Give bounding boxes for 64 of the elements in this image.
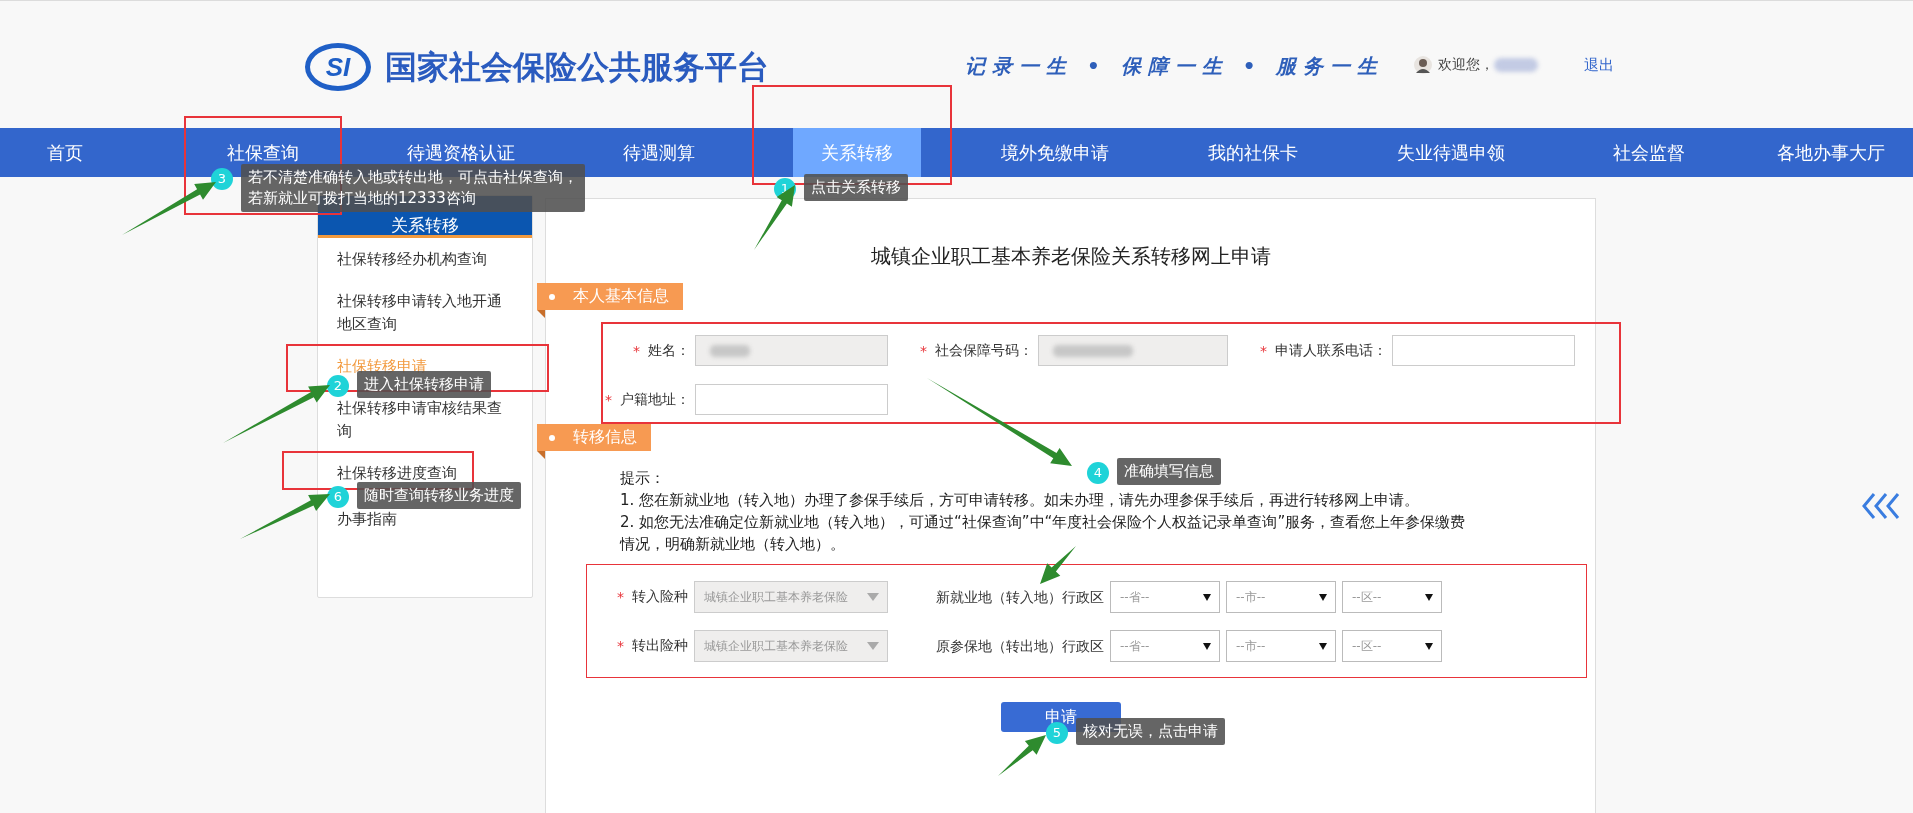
dropdown[interactable]: --区-- <box>1342 630 1442 662</box>
input-field[interactable] <box>695 384 888 415</box>
caret-icon <box>1203 642 1211 650</box>
caret-icon <box>867 642 879 650</box>
required-mark: * <box>633 342 640 359</box>
input-field[interactable] <box>1392 335 1575 366</box>
slogan: 记录一生 • 保障一生 • 服务一生 <box>965 53 1385 80</box>
avatar-icon <box>1414 56 1433 74</box>
nav-tab[interactable]: 社会监督 <box>1585 128 1713 177</box>
caret-icon <box>1319 642 1327 650</box>
dropdown: 城镇企业职工基本养老保险 <box>694 581 888 613</box>
dropdown[interactable]: --省-- <box>1110 630 1220 662</box>
field-label: 原参保地（转出地）行政区 <box>935 637 1104 656</box>
field-label: 转出险种 <box>632 637 688 655</box>
required-mark: * <box>605 391 612 408</box>
nav-tab[interactable]: 首页 <box>19 128 111 177</box>
nav-tab[interactable]: 我的社保卡 <box>1180 128 1326 177</box>
dropdown: 城镇企业职工基本养老保险 <box>694 630 888 662</box>
caret-icon <box>1203 593 1211 601</box>
site-title: 国家社会保险公共服务平台 <box>385 47 769 88</box>
redacted-name <box>1494 58 1539 72</box>
dropdown[interactable]: --市-- <box>1226 630 1336 662</box>
nav-tab[interactable]: 境外免缴申请 <box>973 128 1137 177</box>
callout-text: 进入社保转移申请 <box>364 374 484 395</box>
logo-icon: SI <box>305 43 371 91</box>
field-label: 社会保障号码： <box>935 341 1033 360</box>
required-mark: * <box>920 342 927 359</box>
field-label: 新就业地（转入地）行政区 <box>935 588 1104 607</box>
sidebar-item[interactable]: 社保转移申请转入地开通地区查询 <box>318 280 532 345</box>
tip-text: 1. 您在新就业地（转入地）办理了参保手续后，方可申请转移。如未办理，请先办理参保手续后，再进行转移网上申请。 <box>620 490 1420 511</box>
required-mark: * <box>617 589 624 605</box>
pointer-arrow <box>1040 546 1076 584</box>
form-title: 城镇企业职工基本养老保险关系转移网上申请 <box>870 243 1271 270</box>
caret-icon <box>867 593 879 601</box>
field-label: 户籍地址： <box>620 390 690 409</box>
callout-text: 随时查询转移业务进度 <box>364 485 514 506</box>
section-title: 本人基本信息 <box>573 286 669 307</box>
section-title: 转移信息 <box>573 427 637 448</box>
sidebar-item[interactable]: 社保转移经办机构查询 <box>318 238 532 280</box>
nav-tab[interactable]: 失业待遇申领 <box>1369 128 1533 177</box>
double-chevron-icon[interactable] <box>1862 493 1902 519</box>
caret-icon <box>1319 593 1327 601</box>
dropdown[interactable]: --区-- <box>1342 581 1442 613</box>
required-mark: * <box>617 638 624 654</box>
required-mark: * <box>1260 342 1267 359</box>
callout-text: 若不清楚准确转入地或转出地，可点击社保查询， <box>248 167 578 188</box>
tip-text: 提示： <box>620 468 665 489</box>
pointer-arrow <box>754 185 795 250</box>
field-label: 转入险种 <box>632 588 688 606</box>
bullet-icon <box>549 293 555 300</box>
nav-tab[interactable]: 待遇测算 <box>595 128 723 177</box>
bullet-icon <box>549 434 555 441</box>
field-label: 姓名： <box>648 341 690 360</box>
caret-icon <box>1425 593 1433 601</box>
callout-text: 点击关系转移 <box>811 177 901 198</box>
field-label: 申请人联系电话： <box>1275 341 1387 360</box>
callout-text: 准确填写信息 <box>1124 461 1214 482</box>
caret-icon <box>1425 642 1433 650</box>
logout-link[interactable]: 退出 <box>1584 56 1615 75</box>
dropdown[interactable]: --省-- <box>1110 581 1220 613</box>
welcome-text: 欢迎您， <box>1438 56 1495 74</box>
nav-tab[interactable]: 各地办事大厅 <box>1748 128 1913 177</box>
tip-text: 2. 如您无法准确定位新就业地（转入地），可通过“社保查询”中“年度社会保险个人权益记录单查询”服务，查看您上年参保缴费情况，明确新就业地（转入地）。 <box>620 512 1467 555</box>
dropdown[interactable]: --市-- <box>1226 581 1336 613</box>
